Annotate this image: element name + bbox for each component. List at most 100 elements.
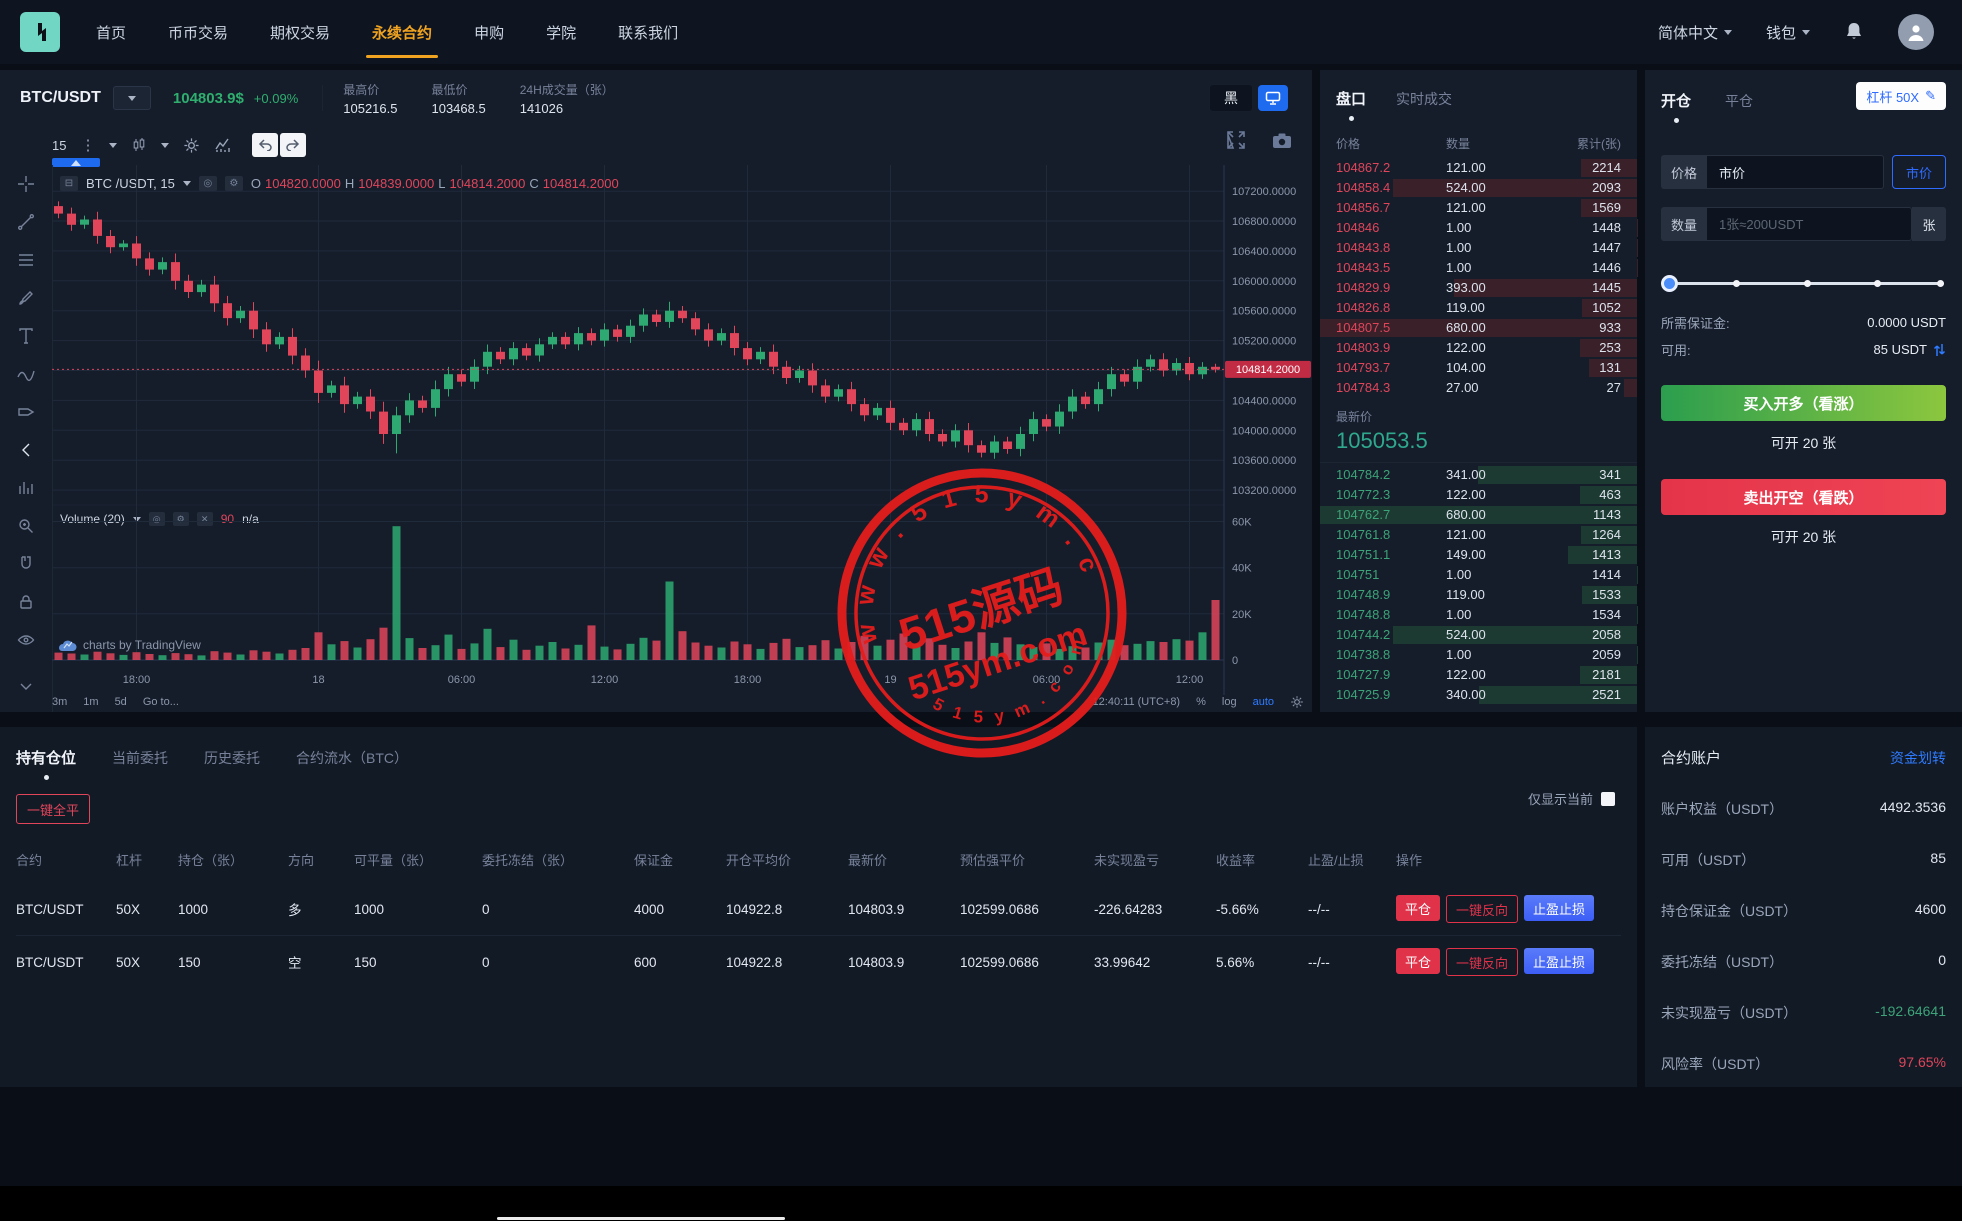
ask-row[interactable]: 104803.9122.00253 — [1320, 338, 1637, 358]
nav-item-0[interactable]: 首页 — [96, 0, 126, 64]
tp-sl-button[interactable]: 止盈止损 — [1524, 895, 1594, 921]
bid-row[interactable]: 104725.9340.002521 — [1320, 685, 1637, 705]
interval-button[interactable]: 15 — [52, 138, 66, 153]
market-price-button[interactable]: 市价 — [1892, 155, 1946, 189]
close-all-button[interactable]: 一键全平 — [16, 794, 90, 824]
ask-row[interactable]: 104843.81.001447 — [1320, 238, 1637, 258]
slider-dot[interactable] — [1874, 280, 1881, 287]
tab-order-history[interactable]: 历史委托 — [204, 748, 260, 768]
bid-row[interactable]: 104748.9119.001533 — [1320, 585, 1637, 605]
amount-slider[interactable] — [1663, 275, 1944, 291]
chevron-down-icon[interactable] — [109, 143, 117, 148]
only-current-checkbox[interactable] — [1601, 792, 1615, 806]
tab-open-position[interactable]: 开仓 — [1661, 90, 1691, 111]
reverse-button[interactable]: 一键反向 — [1446, 895, 1518, 923]
buy-long-button[interactable]: 买入开多（看涨） — [1661, 385, 1946, 421]
nav-item-2[interactable]: 期权交易 — [270, 0, 330, 64]
bid-row[interactable]: 104727.9122.002181 — [1320, 665, 1637, 685]
avatar[interactable] — [1898, 14, 1934, 50]
transfer-icon[interactable] — [1933, 343, 1946, 357]
range-5d[interactable]: 5d — [115, 696, 127, 708]
pattern-tool-icon[interactable] — [9, 355, 43, 393]
magnet-icon[interactable] — [9, 545, 43, 583]
ask-row[interactable]: 104793.7104.00131 — [1320, 358, 1637, 378]
nav-item-1[interactable]: 币币交易 — [168, 0, 228, 64]
more-tools-chevron-icon[interactable] — [9, 667, 43, 705]
tab-trades[interactable]: 实时成交 — [1396, 89, 1452, 109]
tab-open-orders[interactable]: 当前委托 — [112, 748, 168, 768]
brush-icon[interactable] — [9, 279, 43, 317]
tradingview-brand[interactable]: charts by TradingView — [58, 638, 201, 652]
brand-logo[interactable] — [20, 12, 60, 52]
text-tool-icon[interactable] — [9, 317, 43, 355]
bid-row[interactable]: 104772.3122.00463 — [1320, 485, 1637, 505]
candlestick-chart[interactable]: 107200.0000106800.0000106400.0000106000.… — [52, 165, 1312, 710]
ask-row[interactable]: 104829.9393.001445 — [1320, 278, 1637, 298]
goto-button[interactable]: Go to... — [143, 696, 179, 708]
zoom-icon[interactable] — [9, 507, 43, 545]
bid-row[interactable]: 104744.2524.002058 — [1320, 625, 1637, 645]
trendline-icon[interactable] — [9, 203, 43, 241]
theme-screen-button[interactable] — [1258, 85, 1288, 111]
bid-row[interactable]: 104738.81.002059 — [1320, 645, 1637, 665]
bid-row[interactable]: 104751.1149.001413 — [1320, 545, 1637, 565]
ask-row[interactable]: 104807.5680.00933 — [1320, 318, 1637, 338]
slider-dot[interactable] — [1804, 280, 1811, 287]
eye-icon[interactable] — [9, 621, 43, 659]
nav-item-5[interactable]: 学院 — [546, 0, 576, 64]
bid-row[interactable]: 104762.7680.001143 — [1320, 505, 1637, 525]
back-arrow-icon[interactable] — [9, 431, 43, 469]
ask-row[interactable]: 104826.8119.001052 — [1320, 298, 1637, 318]
ask-row[interactable]: 104867.2121.002214 — [1320, 158, 1637, 178]
fib-tool-icon[interactable] — [9, 241, 43, 279]
indicators-icon[interactable] — [214, 137, 232, 153]
close-position-button[interactable]: 平仓 — [1396, 948, 1440, 974]
ask-row[interactable]: 104843.51.001446 — [1320, 258, 1637, 278]
undo-button[interactable] — [252, 133, 278, 157]
lock-icon[interactable] — [9, 583, 43, 621]
bid-row[interactable]: 1047511.001414 — [1320, 565, 1637, 585]
gear-icon[interactable] — [183, 137, 200, 154]
slider-dot[interactable] — [1937, 280, 1944, 287]
theme-dark-button[interactable]: 黑 — [1209, 84, 1253, 112]
pair-selector[interactable] — [113, 86, 151, 110]
redo-button[interactable] — [280, 133, 306, 157]
slider-handle[interactable] — [1661, 275, 1678, 292]
close-position-button[interactable]: 平仓 — [1396, 895, 1440, 921]
range-3m[interactable]: 3m — [52, 696, 67, 708]
bid-row[interactable]: 104748.81.001534 — [1320, 605, 1637, 625]
transfer-link[interactable]: 资金划转 — [1890, 748, 1946, 768]
ask-row[interactable]: 104784.327.0027 — [1320, 378, 1637, 398]
reverse-button[interactable]: 一键反向 — [1446, 948, 1518, 976]
bell-icon[interactable] — [1844, 21, 1864, 43]
camera-icon[interactable] — [1272, 132, 1292, 149]
crosshair-icon[interactable] — [9, 165, 43, 203]
forecast-tool-icon[interactable] — [9, 393, 43, 431]
candle-style-icon[interactable] — [131, 137, 147, 153]
ask-row[interactable]: 104858.4524.002093 — [1320, 178, 1637, 198]
range-1m[interactable]: 1m — [83, 696, 98, 708]
ask-row[interactable]: 104856.7121.001569 — [1320, 198, 1637, 218]
bid-row[interactable]: 104761.8121.001264 — [1320, 525, 1637, 545]
nav-item-6[interactable]: 联系我们 — [618, 0, 678, 64]
tab-orderbook[interactable]: 盘口 — [1336, 88, 1366, 109]
tab-contract-flow[interactable]: 合约流水（BTC） — [296, 748, 408, 768]
auto-scale-button[interactable]: auto — [1253, 696, 1274, 708]
language-selector[interactable]: 简体中文 — [1658, 22, 1732, 43]
tab-positions[interactable]: 持有仓位 — [16, 747, 76, 768]
fullscreen-icon[interactable] — [1226, 130, 1246, 150]
log-scale-button[interactable]: log — [1222, 696, 1237, 708]
percent-scale-button[interactable]: % — [1196, 696, 1206, 708]
tp-sl-button[interactable]: 止盈止损 — [1524, 948, 1594, 974]
sell-short-button[interactable]: 卖出开空（看跌） — [1661, 479, 1946, 515]
amount-input[interactable] — [1717, 216, 1901, 233]
nav-item-3[interactable]: 永续合约 — [372, 0, 432, 64]
price-input[interactable] — [1717, 164, 1873, 181]
tab-close-position[interactable]: 平仓 — [1725, 91, 1753, 111]
nav-item-4[interactable]: 申购 — [474, 0, 504, 64]
wallet-menu[interactable]: 钱包 — [1766, 22, 1810, 43]
leverage-button[interactable]: 杠杆 50X ✎ — [1856, 82, 1946, 110]
bars-pattern-icon[interactable] — [9, 469, 43, 507]
kebab-menu-icon[interactable]: ⋮ — [80, 136, 95, 154]
bid-row[interactable]: 104784.2341.00341 — [1320, 465, 1637, 485]
